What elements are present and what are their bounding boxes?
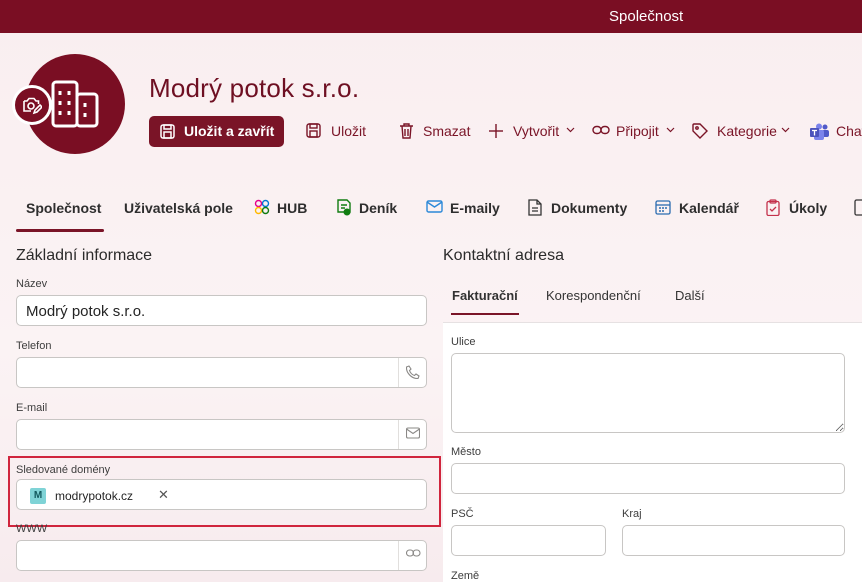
clipboard-icon xyxy=(766,199,780,216)
window-title: Společnost xyxy=(609,8,684,25)
tab-tasks[interactable]: Úkoly xyxy=(766,192,838,232)
company-name-heading: Modrý potok s.r.o. xyxy=(149,73,360,103)
region-field[interactable] xyxy=(622,525,845,556)
attach-label: Připojit xyxy=(616,123,659,139)
tab-label: Úkoly xyxy=(789,200,828,216)
delete-button[interactable]: Smazat xyxy=(399,116,471,147)
open-link-button[interactable] xyxy=(398,541,426,570)
tab-emails[interactable]: E-maily xyxy=(426,192,510,232)
phone-field[interactable] xyxy=(16,357,427,388)
save-icon xyxy=(160,124,175,139)
active-subtab-indicator xyxy=(451,313,519,315)
change-photo-button[interactable] xyxy=(12,85,52,125)
teams-chat-button[interactable]: Chat xyxy=(810,116,862,147)
www-label: WWW xyxy=(16,523,48,535)
category-label: Kategorie xyxy=(717,123,777,139)
calendar-icon xyxy=(655,200,671,215)
link-icon xyxy=(592,125,610,135)
tab-calendar[interactable]: Kalendář xyxy=(655,192,739,232)
city-field[interactable] xyxy=(451,463,845,494)
delete-label: Smazat xyxy=(423,123,471,139)
title-bar: Společnost xyxy=(0,0,862,33)
save-icon xyxy=(306,123,321,138)
email-field[interactable] xyxy=(16,419,427,450)
tab-label: Deník xyxy=(359,200,398,216)
basic-info-heading: Základní informace xyxy=(16,247,153,264)
tab-label: HUB xyxy=(277,200,308,216)
call-button[interactable] xyxy=(398,358,426,387)
chevron-down-icon xyxy=(666,127,675,133)
name-value: Modrý potok s.r.o. xyxy=(26,303,146,320)
tag-icon xyxy=(692,123,708,139)
subtab-other[interactable]: Další xyxy=(675,288,705,303)
watched-domains-label: Sledované domény xyxy=(16,464,111,476)
plus-icon xyxy=(489,124,503,138)
chevron-down-icon xyxy=(566,127,575,133)
street-field[interactable] xyxy=(451,353,845,433)
subtab-billing[interactable]: Fakturační xyxy=(452,288,518,303)
zip-label: PSČ xyxy=(451,508,474,520)
teams-icon xyxy=(810,123,829,140)
zip-field[interactable] xyxy=(451,525,606,556)
tab-hub[interactable]: HUB xyxy=(254,192,308,232)
building-icon xyxy=(51,80,99,128)
email-label: E-mail xyxy=(16,402,48,414)
save-label: Uložit xyxy=(331,123,367,139)
tab-documents[interactable]: Dokumenty xyxy=(528,192,628,232)
trash-icon xyxy=(400,123,413,139)
send-email-button[interactable] xyxy=(398,420,426,449)
active-tab-indicator xyxy=(16,229,104,232)
street-label: Ulice xyxy=(451,336,476,348)
remove-domain-icon[interactable]: ✕ xyxy=(158,487,169,503)
tab-label: Uživatelská pole xyxy=(124,200,233,216)
chat-label: Chat xyxy=(836,123,862,139)
billing-address-panel: Ulice Město PSČ Kraj Země xyxy=(443,322,862,582)
name-label: Název xyxy=(16,278,48,290)
command-bar: Uložit a zavřít Uložit Smazat Vytvořit P… xyxy=(149,116,862,147)
domain-chip-label: modrypotok.cz xyxy=(55,489,134,503)
mail-icon xyxy=(426,200,443,213)
record-tabs: Společnost Uživatelská pole HUB Deník E-… xyxy=(16,192,862,232)
tab-label: Kalendář xyxy=(679,200,739,216)
list-icon xyxy=(854,199,862,216)
camera-edit-icon xyxy=(23,97,42,115)
watched-domains-field[interactable]: M modrypotok.cz ✕ xyxy=(16,479,427,510)
create-menu-button[interactable]: Vytvořit xyxy=(488,116,578,147)
attach-menu-button[interactable]: Připojit xyxy=(592,116,678,147)
phone-label: Telefon xyxy=(16,340,52,352)
category-menu-button[interactable]: Kategorie xyxy=(692,116,792,147)
tab-custom-fields[interactable]: Uživatelská pole xyxy=(124,192,246,232)
country-label: Země xyxy=(451,570,480,582)
www-field[interactable] xyxy=(16,540,427,571)
mail-icon xyxy=(406,427,420,439)
tab-company[interactable]: Společnost xyxy=(16,192,106,232)
save-and-close-label: Uložit a zavřít xyxy=(184,123,275,139)
subtab-correspondence[interactable]: Korespondenční xyxy=(546,288,641,303)
chevron-down-icon xyxy=(781,127,790,133)
link-icon xyxy=(406,549,421,557)
domain-chip-initial: M xyxy=(30,488,46,504)
hub-icon xyxy=(254,199,270,215)
save-and-close-button[interactable]: Uložit a zavřít xyxy=(149,116,284,147)
address-subtabs: Fakturační Korespondenční Další xyxy=(443,280,862,316)
contact-address-heading: Kontaktní adresa xyxy=(443,247,564,264)
name-field[interactable]: Modrý potok s.r.o. xyxy=(16,295,427,326)
tab-label: Společnost xyxy=(26,200,102,216)
tab-label: E-maily xyxy=(450,200,500,216)
city-label: Město xyxy=(451,446,481,458)
create-label: Vytvořit xyxy=(513,123,560,139)
tab-journal[interactable]: Deník xyxy=(336,192,398,232)
region-label: Kraj xyxy=(622,508,642,520)
save-button[interactable]: Uložit xyxy=(306,116,368,147)
document-icon xyxy=(528,199,542,216)
tab-more[interactable] xyxy=(854,192,862,232)
tab-label: Dokumenty xyxy=(551,200,628,216)
journal-icon xyxy=(337,199,351,216)
phone-icon xyxy=(406,365,420,379)
